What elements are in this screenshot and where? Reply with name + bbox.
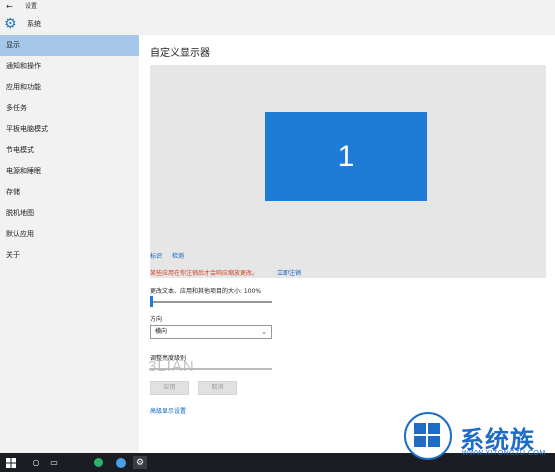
browser-app-icon[interactable] (92, 456, 105, 469)
brand-logo: 系统族 WWW.XITONGZU.COM (402, 408, 555, 472)
advanced-display-settings-link[interactable]: 高级显示设置 (150, 406, 186, 415)
scale-slider-track[interactable] (150, 301, 272, 303)
sidebar-item-notifications[interactable]: 通知和操作 (0, 56, 139, 77)
sidebar-item-multitasking[interactable]: 多任务 (0, 98, 139, 119)
section-title: 系统 (27, 20, 41, 28)
chevron-down-icon: ⌄ (261, 328, 267, 336)
scale-slider-thumb[interactable] (150, 296, 153, 307)
settings-app-icon[interactable]: ⚙ (133, 456, 147, 469)
window-title: 设置 (25, 3, 38, 10)
display-arrangement-area: 1 (150, 65, 546, 278)
detect-link[interactable]: 检测 (172, 251, 184, 260)
sidebar-item-tablet-mode[interactable]: 平板电脑模式 (0, 119, 139, 140)
sign-out-now-link[interactable]: 立即注销 (277, 268, 301, 277)
search-icon[interactable]: ○ (30, 456, 42, 469)
scaling-warning-text: 某些应用在你注销后才会响应缩放更改。 (150, 270, 259, 277)
identify-link[interactable]: 标识 (150, 251, 162, 260)
windows-logo-icon (414, 423, 442, 449)
sidebar-item-offline-maps[interactable]: 脱机地图 (0, 203, 139, 224)
watermark: 3LIAN (148, 358, 195, 375)
sidebar-item-default-apps[interactable]: 默认应用 (0, 224, 139, 245)
sidebar-item-storage[interactable]: 存储 (0, 182, 139, 203)
brand-url: WWW.XITONGZU.COM (462, 450, 546, 457)
windows-start-icon[interactable] (5, 456, 17, 469)
orientation-dropdown[interactable]: 横向 ⌄ (150, 325, 272, 339)
title-bar: ← 设置 (0, 0, 555, 14)
main-content: 自定义显示器 1 标识 检测 某些应用在你注销后才会响应缩放更改。 立即注销 更… (139, 35, 555, 453)
monitor-number: 1 (337, 139, 355, 173)
sidebar-item-about[interactable]: 关于 (0, 245, 139, 266)
sidebar-item-apps-features[interactable]: 应用和功能 (0, 77, 139, 98)
gear-icon: ⚙ (4, 16, 17, 32)
monitor-tile[interactable]: 1 (265, 112, 427, 201)
orientation-label: 方向 (150, 316, 163, 323)
sidebar-item-display[interactable]: 显示 (0, 35, 139, 56)
app-header: ⚙ 系统 (0, 14, 555, 35)
task-view-icon[interactable]: ▭ (48, 456, 60, 469)
back-arrow-icon[interactable]: ← (6, 1, 13, 13)
page-title: 自定义显示器 (150, 48, 210, 59)
sidebar: 显示 通知和操作 应用和功能 多任务 平板电脑模式 节电模式 电源和睡眠 存储 … (0, 35, 139, 453)
scale-label: 更改文本、应用和其他项目的大小: 100% (150, 288, 262, 295)
sidebar-item-power-sleep[interactable]: 电源和睡眠 (0, 161, 139, 182)
globe-app-icon[interactable] (114, 456, 127, 469)
orientation-value: 横向 (155, 328, 168, 335)
sidebar-item-battery-saver[interactable]: 节电模式 (0, 140, 139, 161)
apply-button[interactable]: 应用 (150, 381, 189, 395)
cancel-button[interactable]: 取消 (198, 381, 237, 395)
